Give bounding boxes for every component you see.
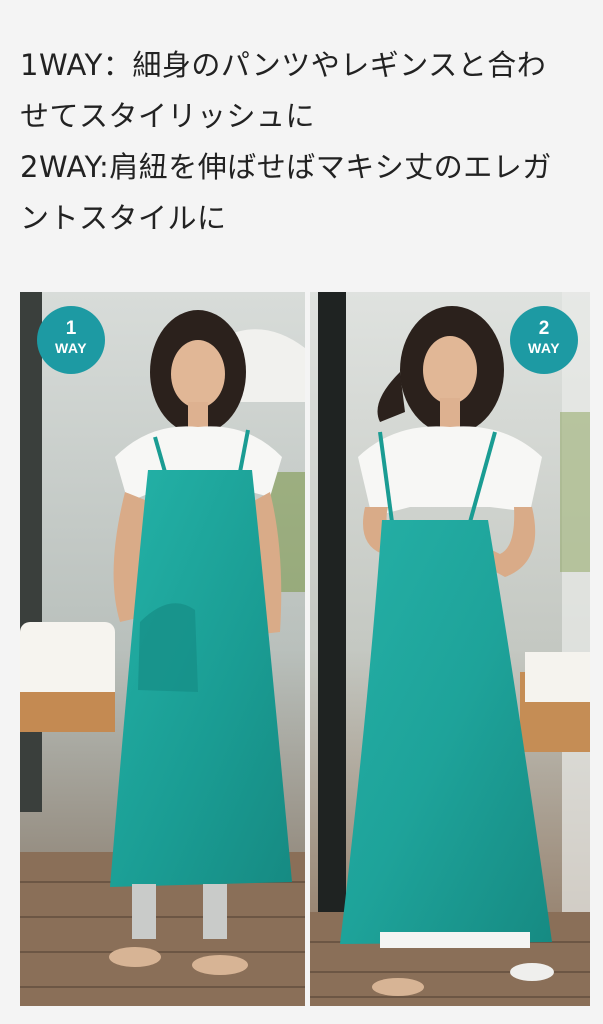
description-line: 1WAY：細身のパンツやレギンスと合わ <box>20 48 547 82</box>
badge-number: 2 <box>538 318 550 339</box>
page: 1WAY：細身のパンツやレギンスと合わ せてスタイリッシュに 2WAY:肩紐を伸… <box>0 0 603 1024</box>
photo-1way[interactable]: 1 WAY <box>20 292 305 1006</box>
badge-label: WAY <box>527 340 561 356</box>
badge-1way: 1 WAY <box>37 306 105 374</box>
description-line: せてスタイリッシュに <box>20 99 316 133</box>
badge-label: WAY <box>54 340 88 356</box>
photo-2way[interactable]: 2 WAY <box>310 292 590 1006</box>
photo-2way-illustration <box>310 292 590 1006</box>
description-line: 2WAY:肩紐を伸ばせばマキシ丈のエレガ <box>20 150 552 184</box>
photo-1way-illustration <box>20 292 305 1006</box>
description-text: 1WAY：細身のパンツやレギンスと合わ せてスタイリッシュに 2WAY:肩紐を伸… <box>20 40 590 244</box>
badge-2way: 2 WAY <box>510 306 578 374</box>
photo-comparison: 1 WAY 2 WAY <box>20 292 590 1006</box>
badge-number: 1 <box>65 318 77 339</box>
description-line: ントスタイルに <box>20 201 227 235</box>
